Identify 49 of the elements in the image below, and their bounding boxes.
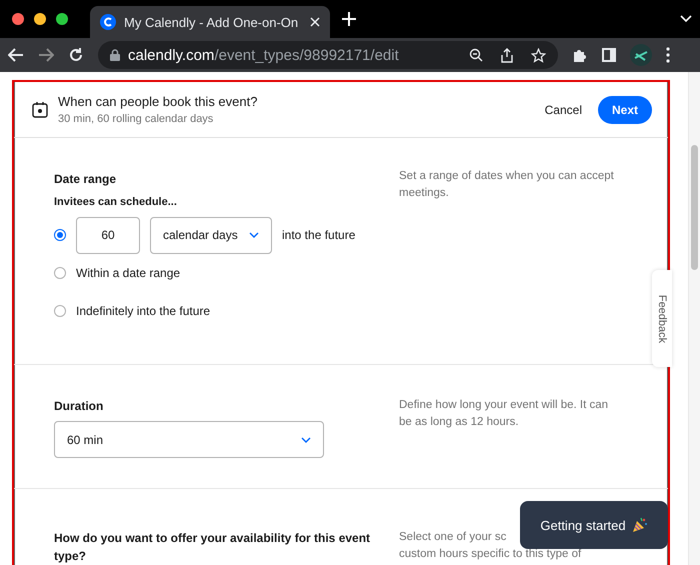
lock-icon <box>110 49 120 61</box>
back-icon[interactable] <box>8 48 24 62</box>
section-description: custom hours specific to this type of <box>399 547 582 562</box>
section-title: When can people book this event? <box>58 94 258 109</box>
option-label: into the future <box>282 228 356 242</box>
section-subtitle: 30 min, 60 rolling calendar days <box>58 113 214 125</box>
section-heading: How do you want to offer your availability for this event type? <box>54 530 372 565</box>
puzzle-icon[interactable] <box>572 47 588 63</box>
days-input[interactable]: 60 <box>76 216 140 254</box>
address-bar[interactable]: calendly.com/event_types/98992171/edit <box>98 41 558 69</box>
next-button[interactable]: Next <box>598 96 652 124</box>
section-description: Select one of your sc <box>399 530 508 545</box>
url-text: calendly.com/event_types/98992171/edit <box>128 46 400 64</box>
minimize-window-icon[interactable] <box>34 13 46 25</box>
tab-title: My Calendly - Add One-on-On <box>124 14 300 30</box>
getting-started-button[interactable]: Getting started <box>520 501 668 549</box>
close-window-icon[interactable] <box>12 13 24 25</box>
party-popper-icon <box>632 517 648 533</box>
option-label: Indefinitely into the future <box>76 304 210 318</box>
section-heading: Duration <box>54 398 104 415</box>
close-icon[interactable] <box>310 17 320 27</box>
radio-button[interactable] <box>54 267 66 279</box>
chevron-down-icon <box>249 232 259 238</box>
more-icon[interactable] <box>666 47 670 63</box>
share-icon[interactable] <box>501 48 513 62</box>
option-label: Within a date range <box>76 266 180 280</box>
cancel-button[interactable]: Cancel <box>538 102 588 118</box>
site-logo-icon <box>100 14 116 30</box>
chevron-down-icon[interactable] <box>680 15 692 23</box>
section-description: Set a range of dates when you can accept meetings. <box>399 169 614 202</box>
forward-icon[interactable] <box>38 48 54 62</box>
field-label: Invitees can schedule... <box>54 196 178 208</box>
star-icon[interactable] <box>531 48 546 62</box>
maximize-window-icon[interactable] <box>56 13 68 25</box>
feedback-tab[interactable]: Feedback <box>652 270 672 367</box>
reload-icon[interactable] <box>68 47 84 63</box>
duration-dropdown[interactable]: 60 min <box>54 421 324 458</box>
radio-button[interactable] <box>54 229 66 241</box>
zoom-out-icon[interactable] <box>469 48 483 62</box>
calendar-icon <box>32 102 48 118</box>
avatar-icon[interactable] <box>630 44 652 66</box>
browser-tab[interactable]: My Calendly - Add One-on-On <box>90 6 330 38</box>
unit-dropdown[interactable]: calendar days <box>150 216 272 254</box>
section-description: Define how long your event will be. It can be as long as 12 hours. <box>399 398 610 430</box>
sidebar-icon[interactable] <box>602 48 616 62</box>
section-heading: Date range <box>54 171 118 188</box>
chevron-down-icon <box>301 436 311 442</box>
radio-button[interactable] <box>54 305 66 317</box>
new-tab-icon[interactable] <box>342 12 356 26</box>
